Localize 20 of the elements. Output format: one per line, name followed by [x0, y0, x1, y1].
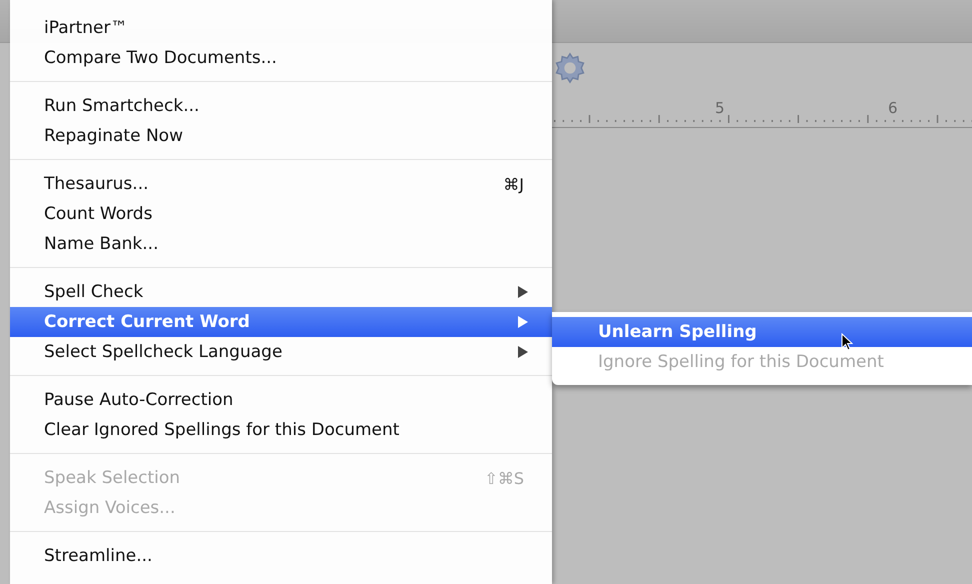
menu-item[interactable]: Clear Ignored Spellings for this Document: [10, 415, 552, 445]
menu-item[interactable]: Count Words: [10, 199, 552, 229]
menu-item[interactable]: Correct Current Word: [10, 307, 552, 337]
menu-item[interactable]: Name Bank...: [10, 229, 552, 259]
gear-icon[interactable]: [553, 51, 587, 85]
menu-item[interactable]: Unlearn Spelling: [552, 317, 972, 347]
menu-item[interactable]: Pause Auto-Correction: [10, 385, 552, 415]
menu-item[interactable]: Run Smartcheck...: [10, 91, 552, 121]
menu-item[interactable]: Select Spellcheck Language: [10, 337, 552, 367]
menu-item[interactable]: Repaginate Now: [10, 121, 552, 151]
mouse-cursor-icon: [841, 333, 853, 351]
menu-item[interactable]: Compare Two Documents...: [10, 43, 552, 73]
menu-item[interactable]: Thesaurus... ⌘J: [10, 169, 552, 199]
menu-item[interactable]: Spell Check: [10, 277, 552, 307]
menu-item[interactable]: Streamline...: [10, 541, 552, 571]
shortcut-label: ⇧⌘S: [484, 468, 524, 488]
shortcut-label: ⌘J: [503, 174, 524, 194]
ruler-label: 6: [888, 99, 898, 117]
ruler-label: 5: [715, 99, 725, 117]
menu-item[interactable]: iPartner™: [10, 13, 552, 43]
